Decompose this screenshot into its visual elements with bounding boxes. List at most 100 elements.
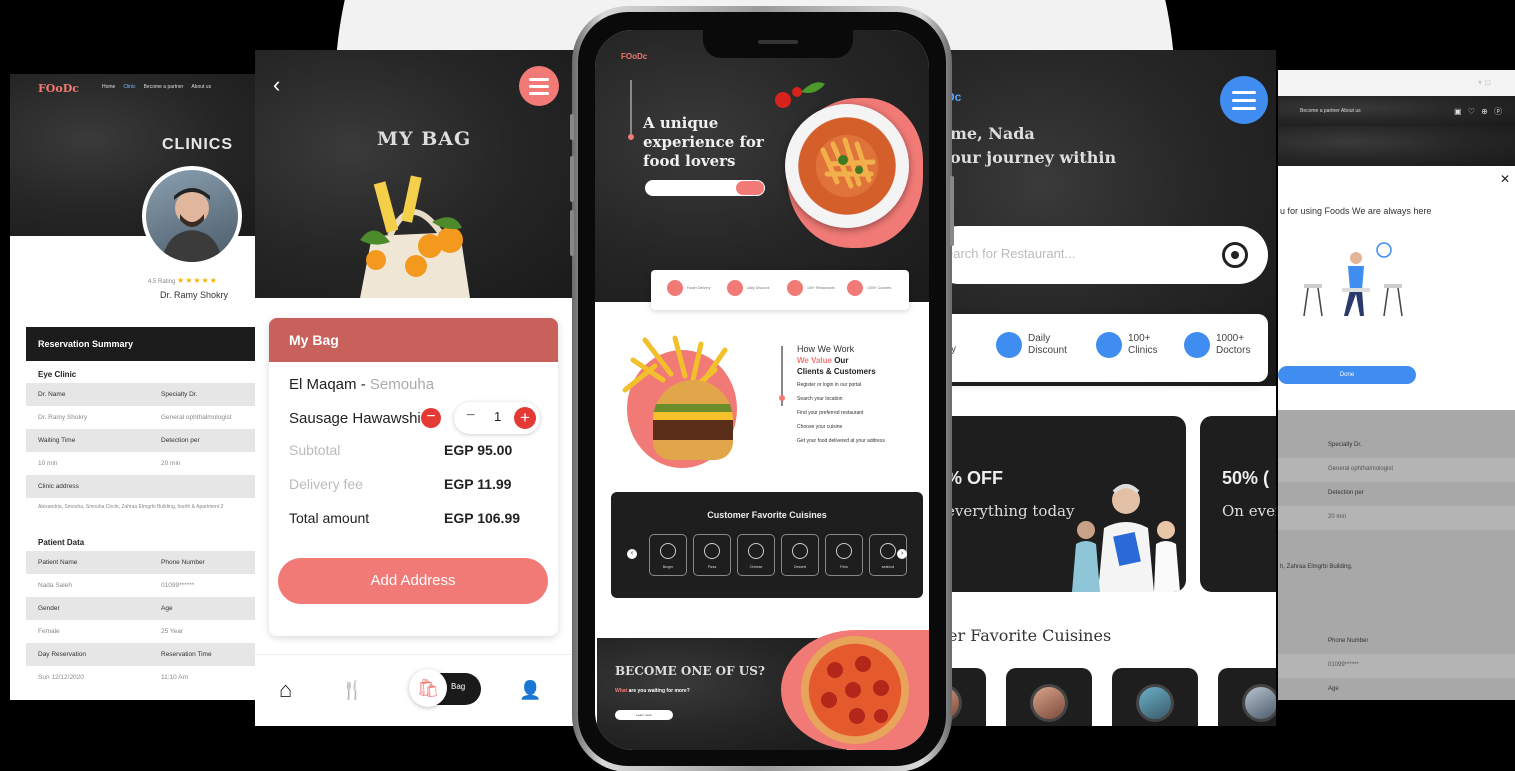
table-row: h, Zahraa Elmgrbi Building, — [1280, 564, 1353, 570]
top-nav: Become a partner About us ▣ ♡ ⊕ ⓟ — [1278, 96, 1515, 126]
search-input[interactable] — [645, 180, 765, 196]
how-clients: Clients & Customers — [797, 367, 876, 376]
delivery-value: EGP 11.99 — [444, 476, 512, 492]
quantity-value: 1 — [494, 409, 502, 424]
cuisine-item[interactable]: Dessert — [781, 534, 819, 576]
cell: Female — [38, 628, 60, 635]
app-logo[interactable]: FOoDc — [38, 82, 79, 95]
profile-icon[interactable]: 👤 — [519, 680, 541, 701]
increase-button[interactable]: + — [514, 407, 536, 429]
promo-discount: 50% ( — [1222, 468, 1270, 488]
step-item: Register or login in our portal — [797, 382, 862, 388]
cuisine-item[interactable]: Burger — [649, 534, 687, 576]
restaurant-label: El Maqam — [289, 376, 357, 393]
feature-item: Faster Delivery — [667, 280, 711, 296]
confirmation-screen: ▾ ⊡ Become a partner About us ▣ ♡ ⊕ ⓟ ✕ … — [1278, 70, 1515, 700]
promo-subtitle: everything today — [946, 502, 1075, 520]
clinic-address: Alexandria, Smouha, Smouha Circle, Zahra… — [38, 504, 224, 510]
greeting-line-2: our journey within — [950, 148, 1117, 167]
feature-item: 1000+ Doctors — [1184, 332, 1250, 358]
next-arrow-icon[interactable]: › — [897, 549, 907, 559]
search-input[interactable]: earch for Restaurant... — [940, 226, 1268, 284]
table-row: 20 min — [1278, 506, 1515, 530]
table-row: Waiting Time Detection per — [26, 429, 272, 452]
nav-links[interactable]: Become a partner About us — [1300, 108, 1361, 114]
fries-icon — [836, 543, 852, 559]
cell: Day Reservation — [38, 651, 87, 658]
done-button[interactable]: Done — [1278, 366, 1416, 384]
seafood-icon — [880, 543, 896, 559]
app-logo[interactable]: FOoDc — [621, 52, 647, 61]
cell: 10 min — [38, 460, 58, 467]
cuisine-item[interactable]: Chinese — [737, 534, 775, 576]
summary-title: Reservation Summary — [26, 327, 272, 361]
discount-icon — [996, 332, 1022, 358]
tomato-basil-image — [775, 82, 825, 108]
feature-item: Daily Discount — [996, 332, 1067, 358]
add-address-button[interactable]: Add Address — [278, 558, 548, 604]
tagline-line: experience for — [643, 133, 764, 151]
features-bar: ookasily DailyDiscount 100+Clinics 1000+… — [940, 314, 1268, 382]
quantity-stepper: − 1 + — [454, 402, 540, 434]
greeting: me, Nada our journey within — [950, 122, 1116, 170]
phone-button — [570, 210, 574, 256]
location-icon[interactable] — [1222, 242, 1248, 268]
subtotal-row: Subtotal EGP 95.00 — [289, 442, 524, 458]
nav-become-partner[interactable]: Become a partner — [144, 84, 184, 90]
status-bar: ▾ ⊡ — [1478, 78, 1491, 87]
promo-subtitle: On ever — [1222, 502, 1276, 520]
subtotal-value: EGP 95.00 — [444, 442, 513, 458]
cuisine-item[interactable]: Pizza — [693, 534, 731, 576]
tab-bag-label: Bag — [451, 682, 466, 691]
pasta-plate-image — [785, 104, 909, 228]
nav-about-us[interactable]: About us — [191, 84, 211, 90]
avatar — [1242, 684, 1276, 722]
accent-dot — [628, 134, 634, 140]
search-button[interactable] — [736, 181, 764, 195]
promo-card[interactable]: % OFF everything today — [940, 416, 1186, 592]
cuisine-card[interactable] — [1112, 668, 1198, 726]
hero-tagline: A unique experience for food lovers — [643, 114, 764, 171]
restaurant-icon[interactable]: 🍴 — [341, 680, 363, 701]
cuisine-item[interactable]: Fries — [825, 534, 863, 576]
feature-item: 100+ Clinics — [1096, 332, 1157, 358]
section-title: Customer Favorite Cuisines — [707, 510, 827, 520]
hamburger-menu-icon[interactable] — [1220, 76, 1268, 124]
my-bag-screen: ‹ MY BAG My Bag El Maqam - Semouha Sausa… — [255, 50, 575, 726]
cuisine-icon — [847, 280, 863, 296]
remove-item-button[interactable]: − — [421, 408, 441, 428]
header-icons[interactable]: ▣ ♡ ⊕ ⓟ — [1454, 106, 1504, 117]
close-icon[interactable]: ✕ — [1500, 172, 1510, 186]
back-arrow-icon[interactable]: ‹ — [273, 72, 280, 98]
table-row: Age — [1328, 686, 1339, 692]
step-item: Choose your cuisine — [797, 424, 843, 430]
doctor-avatar — [142, 166, 242, 266]
doctor-icon — [1184, 332, 1210, 358]
cuisine-card[interactable] — [1218, 668, 1276, 726]
bag-icon[interactable]: 🛍 — [409, 669, 447, 707]
home-icon[interactable]: ⌂ — [279, 677, 292, 703]
top-nav: Home Clinic Become a partner About us — [102, 84, 211, 90]
decrease-button[interactable]: − — [466, 407, 475, 425]
total-value: EGP 106.99 — [444, 510, 521, 526]
doctor-rating: 4.5 Rating ★★★★★ — [148, 276, 218, 285]
table-row: Phone Number — [1328, 638, 1369, 644]
restaurant-name: El Maqam - Semouha — [289, 376, 434, 393]
promo-card[interactable]: 50% ( On ever — [1200, 416, 1276, 592]
nav-clinic[interactable]: Clinic — [123, 84, 135, 90]
nav-home[interactable]: Home — [102, 84, 115, 90]
prev-arrow-icon[interactable]: ‹ — [627, 549, 637, 559]
accent-dot — [779, 395, 785, 401]
cell: Sun 12/12/2020 — [38, 674, 84, 681]
learn-more-button[interactable]: Learn more — [615, 710, 673, 720]
total-row: Total amount EGP 106.99 — [289, 510, 524, 526]
cuisine-label: Fries — [840, 565, 848, 569]
tagline-line: A unique — [643, 114, 719, 132]
clinic-section-title: Eye Clinic — [38, 370, 77, 379]
phone-button — [570, 156, 574, 202]
hamburger-menu-icon[interactable] — [519, 66, 559, 106]
page-header — [1278, 126, 1515, 166]
phone-button — [950, 176, 954, 246]
rating-label: 4.5 Rating — [148, 279, 176, 285]
cuisine-card[interactable] — [1006, 668, 1092, 726]
